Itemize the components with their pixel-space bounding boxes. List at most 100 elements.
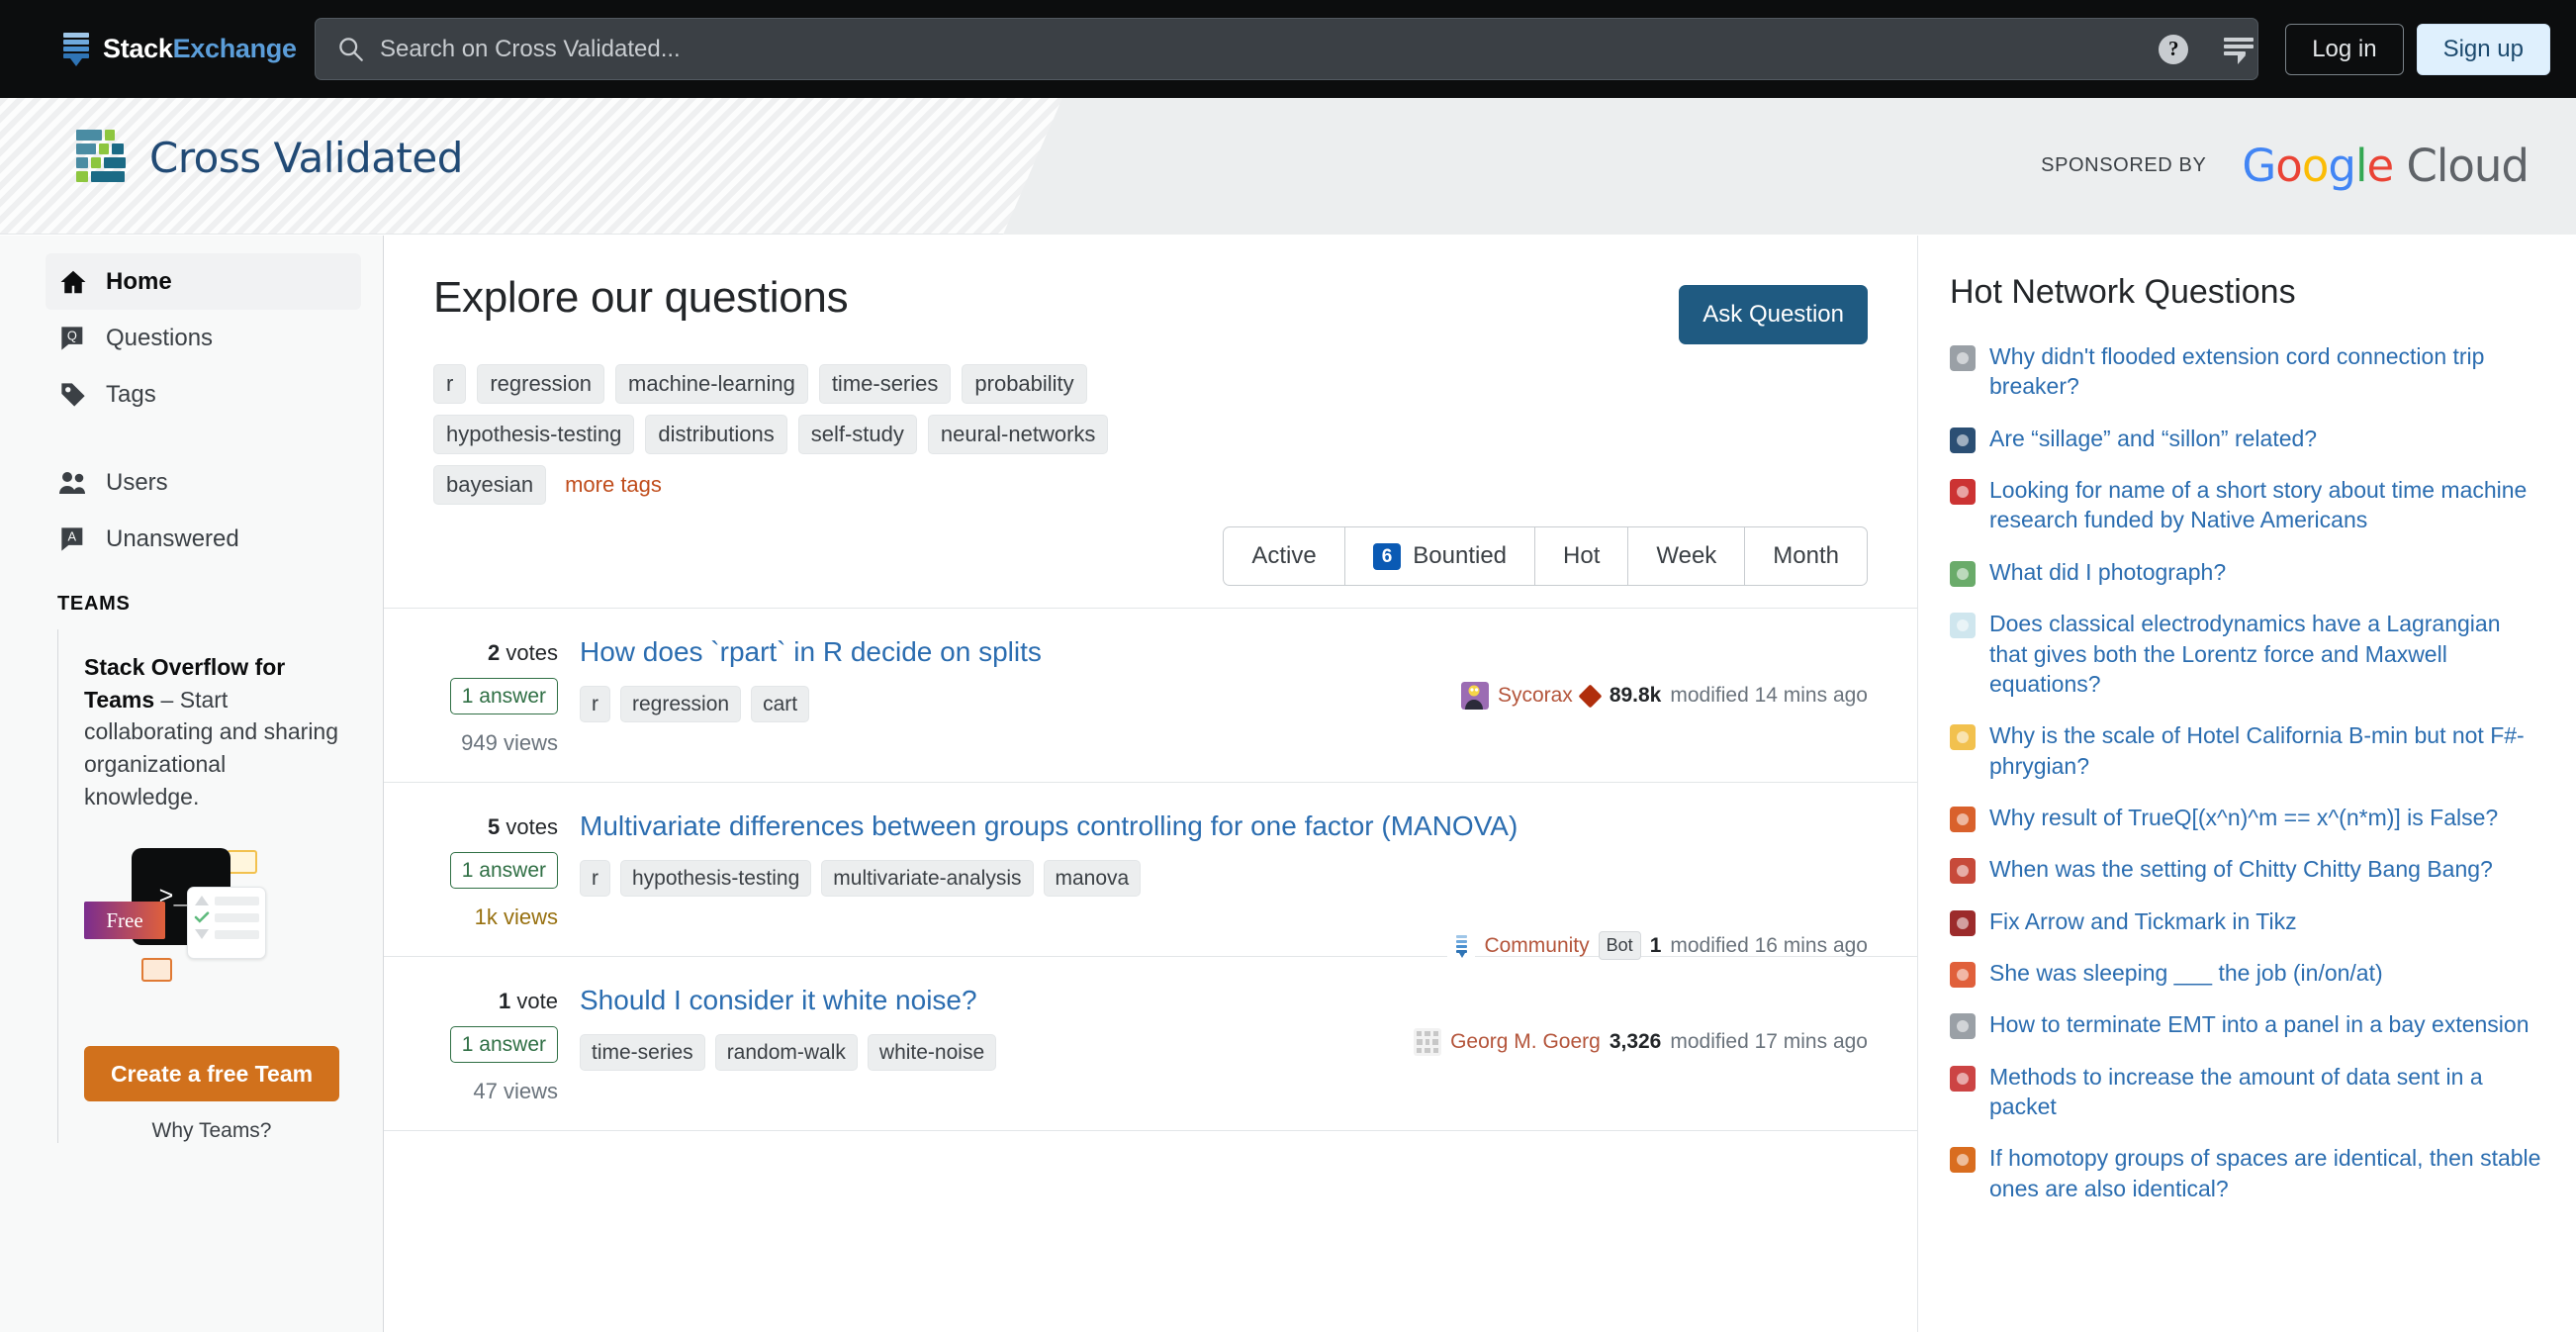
sidebar-item-unanswered[interactable]: A Unanswered <box>46 511 361 567</box>
help-button[interactable]: ? <box>2141 17 2206 82</box>
hot-network-question-link[interactable]: Why didn't flooded extension cord connec… <box>1989 341 2544 402</box>
author-name-link[interactable]: Georg M. Goerg <box>1450 1030 1601 1054</box>
hot-network-question-item[interactable]: She was sleeping ___ the job (in/on/at) <box>1950 958 2544 989</box>
login-button[interactable]: Log in <box>2285 23 2404 75</box>
stack-exchange-logo[interactable]: StackExchange <box>63 33 297 66</box>
sidebar-item-tags[interactable]: Tags <box>46 366 361 423</box>
why-teams-link[interactable]: Why Teams? <box>84 1119 339 1143</box>
question-tag[interactable]: random-walk <box>714 1034 858 1072</box>
serverfault-se-icon <box>1950 1065 1976 1092</box>
popular-tag[interactable]: distributions <box>645 415 787 454</box>
filter-tab-active[interactable]: Active <box>1224 527 1345 585</box>
popular-tag[interactable]: self-study <box>797 415 917 454</box>
author-reputation: 3,326 <box>1609 1030 1662 1053</box>
hot-network-question-item[interactable]: How to terminate EMT into a panel in a b… <box>1950 1009 2544 1040</box>
site-header-band: Cross Validated SPONSORED BY Google Clou… <box>0 98 2576 235</box>
electronics-plus-icon <box>1950 1013 1976 1040</box>
popular-tag[interactable]: probability <box>962 364 1087 404</box>
vote-number: 1 <box>499 989 511 1013</box>
cross-validated-logo[interactable]: Cross Validated <box>74 128 463 187</box>
hot-network-question-link[interactable]: Does classical electrodynamics have a La… <box>1989 609 2544 699</box>
question-stats: 2 votes 1 answer 949 views <box>433 634 580 756</box>
hot-network-question-item[interactable]: Are “sillage” and “sillon” related? <box>1950 424 2544 453</box>
bounty-count-badge: 6 <box>1372 542 1402 570</box>
question-tag[interactable]: time-series <box>580 1034 705 1072</box>
question-summary-item[interactable]: 2 votes 1 answer 949 views How does `rpart`… <box>384 609 1917 783</box>
sidebar-item-users[interactable]: Users <box>46 454 361 511</box>
popular-tag[interactable]: neural-networks <box>927 415 1109 454</box>
question-tag[interactable]: manova <box>1043 860 1142 898</box>
question-tag-list: r hypothesis-testing multivariate-analysis… <box>580 860 1868 898</box>
sidebar-item-home[interactable]: Home <box>46 253 361 310</box>
hot-network-question-item[interactable]: When was the setting of Chitty Chitty Ba… <box>1950 854 2544 885</box>
popular-tag[interactable]: r <box>433 364 467 404</box>
question-summary-item[interactable]: 5 votes 1 answer 1k views Multivariate diff… <box>384 783 1917 960</box>
vote-count: 5 votes <box>433 814 558 840</box>
filter-tab-hot[interactable]: Hot <box>1535 527 1629 585</box>
hot-network-question-link[interactable]: When was the setting of Chitty Chitty Ba… <box>1989 854 2493 884</box>
hot-network-question-item[interactable]: Why result of TrueQ[(x^n)^m == x^(n*m)] … <box>1950 803 2544 832</box>
question-tag[interactable]: white-noise <box>867 1034 997 1072</box>
ask-question-button[interactable]: Ask Question <box>1679 285 1868 344</box>
question-tag[interactable]: regression <box>620 686 742 723</box>
french-se-icon <box>1950 427 1976 453</box>
popular-tag[interactable]: machine-learning <box>615 364 808 404</box>
more-tags-link[interactable]: more tags <box>565 472 662 498</box>
hot-network-question-item[interactable]: Why didn't flooded extension cord connec… <box>1950 341 2544 402</box>
hot-network-question-item[interactable]: What did I photograph? <box>1950 557 2544 587</box>
question-stats: 5 votes 1 answer 1k views <box>433 809 580 930</box>
filter-tab-bountied[interactable]: 6 Bountied <box>1345 527 1536 585</box>
question-tag[interactable]: multivariate-analysis <box>821 860 1034 898</box>
hot-network-question-item[interactable]: Does classical electrodynamics have a La… <box>1950 609 2544 699</box>
question-tag[interactable]: cart <box>751 686 810 723</box>
free-badge: Free <box>84 902 165 940</box>
question-tag[interactable]: r <box>580 860 610 898</box>
author-name-link[interactable]: Community <box>1484 934 1589 958</box>
movies-se-icon <box>1950 858 1976 885</box>
hot-network-question-link[interactable]: Methods to increase the amount of data s… <box>1989 1062 2544 1122</box>
filter-tab-week[interactable]: Week <box>1628 527 1746 585</box>
filter-tab-label: Month <box>1773 542 1839 569</box>
view-count: 949 views <box>461 730 558 755</box>
page-title: Explore our questions <box>433 273 849 322</box>
question-author-info: Community Bot 1 modified 16 mins ago <box>1447 931 1868 960</box>
hot-network-question-item[interactable]: Methods to increase the amount of data s… <box>1950 1062 2544 1122</box>
hot-network-question-item[interactable]: Fix Arrow and Tickmark in Tikz <box>1950 906 2544 936</box>
question-title-link[interactable]: Should I consider it white noise? <box>580 985 977 1015</box>
question-title-link[interactable]: How does `rpart` in R decide on splits <box>580 636 1042 667</box>
hot-network-question-link[interactable]: Are “sillage” and “sillon” related? <box>1989 424 2317 453</box>
view-count: 47 views <box>473 1079 558 1103</box>
vote-label: votes <box>506 814 558 839</box>
question-tag[interactable]: hypothesis-testing <box>620 860 812 898</box>
question-body: Multivariate differences between groups … <box>580 809 1868 930</box>
hot-network-question-item[interactable]: Why is the scale of Hotel California B-m… <box>1950 720 2544 781</box>
hot-network-question-item[interactable]: If homotopy groups of spaces are identic… <box>1950 1143 2544 1203</box>
search-bar[interactable]: Search on Cross Validated... <box>315 18 2258 80</box>
question-tag[interactable]: r <box>580 686 610 723</box>
hot-network-question-link[interactable]: Fix Arrow and Tickmark in Tikz <box>1989 906 2297 936</box>
question-title-link[interactable]: Multivariate differences between groups … <box>580 810 1518 841</box>
sidebar-item-questions[interactable]: Q Questions <box>46 310 361 366</box>
sponsor-banner[interactable]: SPONSORED BY Google Cloud <box>2041 140 2530 192</box>
hot-network-question-link[interactable]: Why result of TrueQ[(x^n)^m == x^(n*m)] … <box>1989 803 2498 832</box>
hot-network-question-link[interactable]: What did I photograph? <box>1989 557 2226 587</box>
answer-count-badge: 1 answer <box>449 1026 558 1063</box>
create-free-team-button[interactable]: Create a free Team <box>84 1046 339 1102</box>
signup-button[interactable]: Sign up <box>2416 23 2550 75</box>
filter-tab-month[interactable]: Month <box>1745 527 1867 585</box>
question-summary-item[interactable]: 1 vote 1 answer 47 views Should I consider … <box>384 957 1917 1131</box>
hot-network-question-link[interactable]: Why is the scale of Hotel California B-m… <box>1989 720 2544 781</box>
google-letter-e: e <box>2366 140 2394 192</box>
popular-tag[interactable]: bayesian <box>433 465 547 505</box>
hot-network-question-link[interactable]: If homotopy groups of spaces are identic… <box>1989 1143 2544 1203</box>
author-name-link[interactable]: Sycorax <box>1498 684 1573 708</box>
hot-network-question-link[interactable]: How to terminate EMT into a panel in a b… <box>1989 1009 2530 1039</box>
popular-tag[interactable]: regression <box>477 364 605 404</box>
hot-network-question-link[interactable]: She was sleeping ___ the job (in/on/at) <box>1989 958 2383 988</box>
inbox-button[interactable] <box>2206 17 2271 82</box>
hot-network-question-item[interactable]: Looking for name of a short story about … <box>1950 475 2544 535</box>
hot-network-question-link[interactable]: Looking for name of a short story about … <box>1989 475 2544 535</box>
popular-tag[interactable]: hypothesis-testing <box>433 415 635 454</box>
popular-tag[interactable]: time-series <box>818 364 952 404</box>
physics-se-icon <box>1950 613 1976 639</box>
